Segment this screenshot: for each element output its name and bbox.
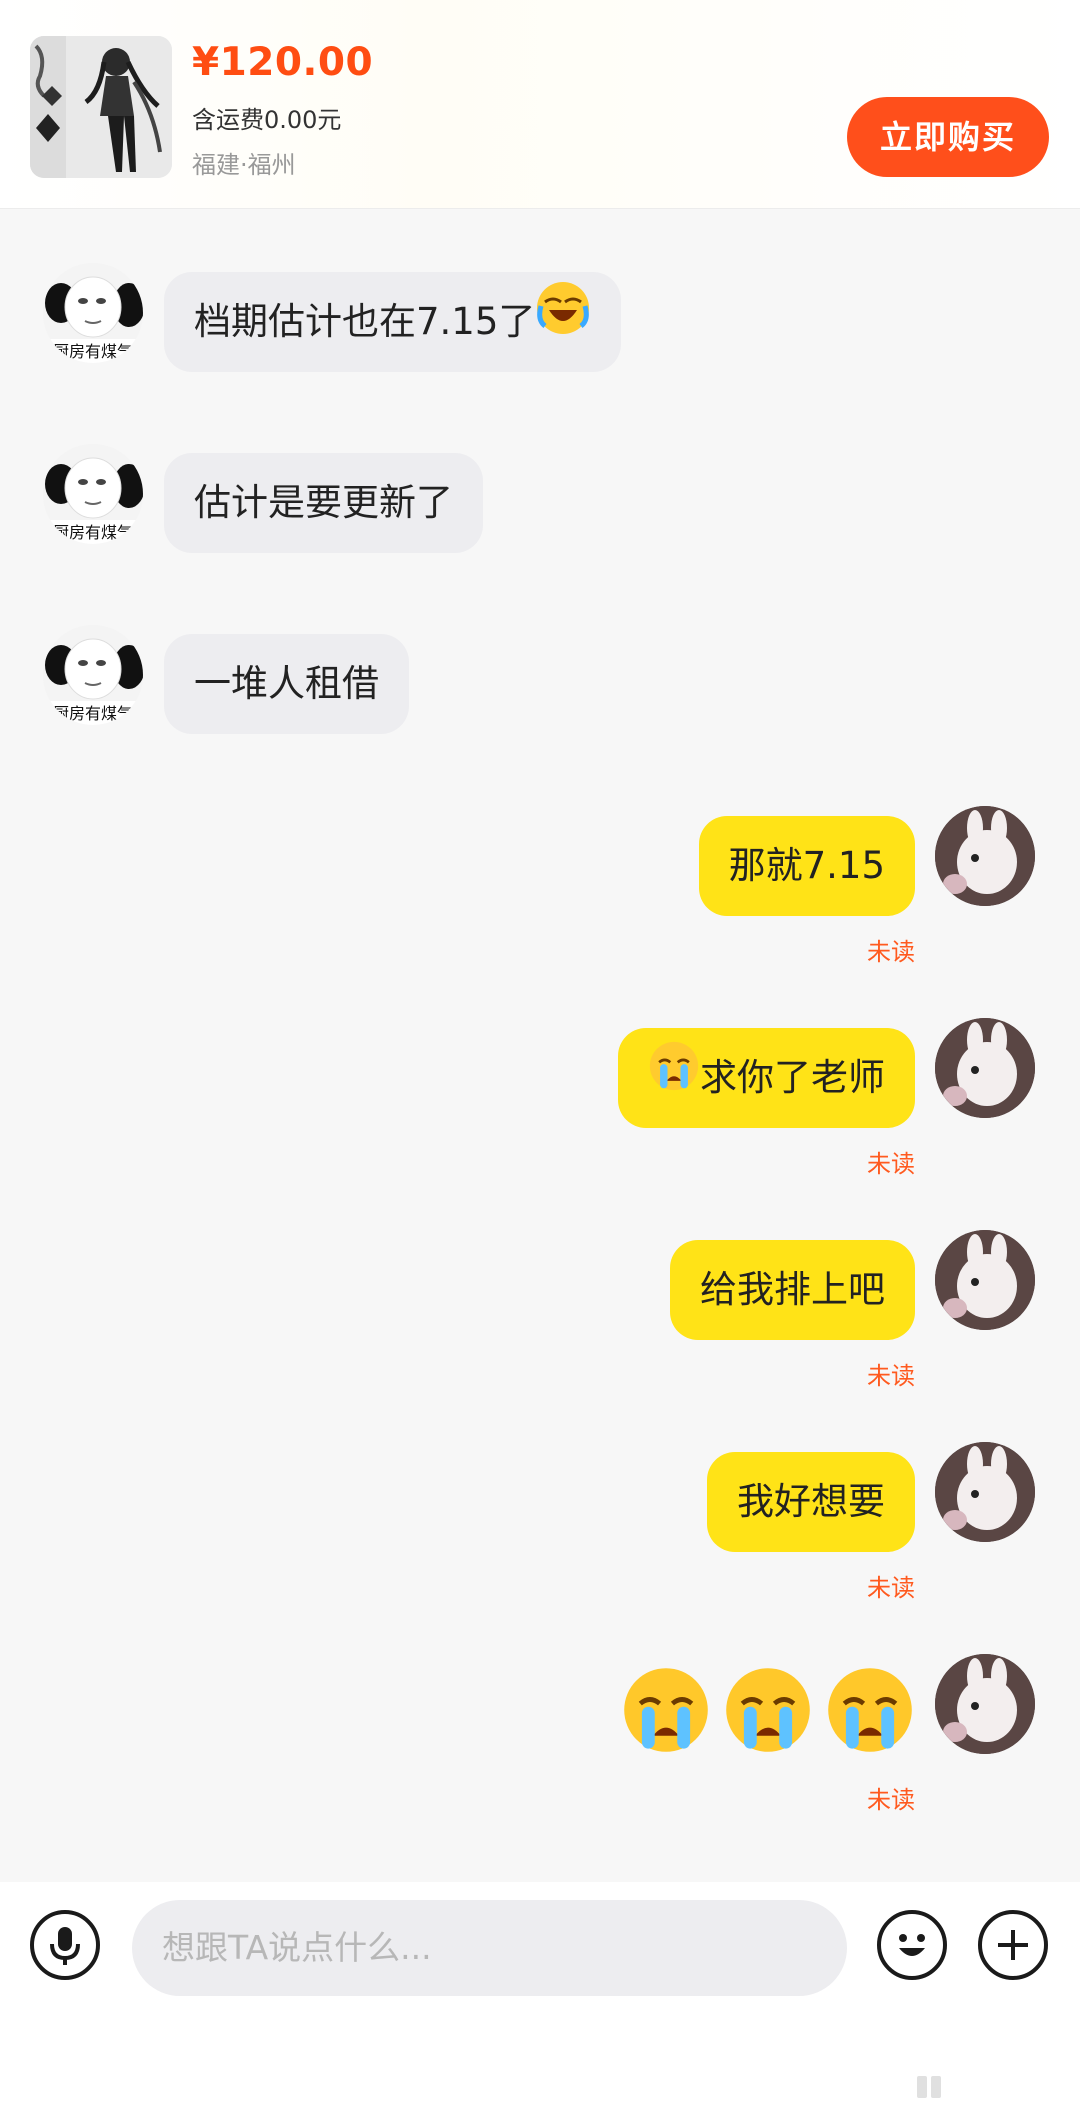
unread-status: 未读 (867, 1786, 915, 1814)
svg-text:厨房有煤气: 厨房有煤气 (53, 342, 133, 361)
crying-emoji-icon (648, 1030, 700, 1130)
product-thumbnail[interactable] (30, 36, 172, 178)
message-bubble[interactable]: 一堆人租借 (164, 634, 409, 734)
product-price: ¥120.00 (192, 40, 374, 85)
my-avatar[interactable] (935, 1230, 1035, 1330)
shipping-fee: 含运费0.00元 (192, 106, 342, 134)
message-input[interactable]: 想跟TA说点什么... (132, 1900, 847, 1996)
unread-status: 未读 (867, 1362, 915, 1390)
seller-location: 福建·福州 (192, 151, 296, 179)
seller-avatar[interactable]: 厨房有煤气 (43, 444, 143, 544)
message-bubble[interactable]: 我好想要 (707, 1452, 915, 1552)
seller-avatar[interactable]: 厨房有煤气 (43, 625, 143, 725)
svg-text:厨房有煤气: 厨房有煤气 (53, 523, 133, 542)
message-bubble[interactable]: 档期估计也在7.15了 (164, 272, 622, 374)
message-text: 档期估计也在7.15了 (194, 300, 536, 343)
smiley-icon[interactable] (877, 1910, 947, 1980)
unread-status: 未读 (867, 1574, 915, 1602)
message-text: 我好想要 (737, 1480, 885, 1523)
my-avatar[interactable] (935, 1442, 1035, 1542)
message-text: 求你了老师 (700, 1056, 885, 1099)
message-text: 给我排上吧 (700, 1268, 885, 1311)
microphone-icon[interactable] (30, 1910, 100, 1980)
emoji-only-message[interactable] (621, 1662, 915, 1762)
unread-status: 未读 (867, 1150, 915, 1178)
message-bubble[interactable]: 给我排上吧 (670, 1240, 915, 1340)
message-text: 估计是要更新了 (194, 481, 453, 524)
unread-status: 未读 (867, 938, 915, 966)
plus-icon[interactable] (978, 1910, 1048, 1980)
svg-text:厨房有煤气: 厨房有煤气 (53, 704, 133, 723)
my-avatar[interactable] (935, 1018, 1035, 1118)
my-avatar[interactable] (935, 1654, 1035, 1754)
message-text: 一堆人租借 (194, 662, 379, 705)
my-avatar[interactable] (935, 806, 1035, 906)
crying-emoji-icon (723, 1665, 813, 1759)
buy-now-button[interactable]: 立即购买 (847, 97, 1049, 177)
message-bubble[interactable]: 估计是要更新了 (164, 453, 483, 553)
message-text: 那就7.15 (728, 844, 885, 887)
message-bubble[interactable]: 那就7.15 (698, 816, 915, 916)
message-bubble[interactable]: 求你了老师 (618, 1028, 915, 1128)
watermark-icon (915, 2072, 955, 2102)
laughing-crying-emoji-icon (535, 274, 591, 374)
crying-emoji-icon (621, 1665, 711, 1759)
seller-avatar[interactable]: 厨房有煤气 (43, 263, 143, 363)
product-header: ¥120.00 含运费0.00元 福建·福州 立即购买 (0, 0, 1080, 209)
crying-emoji-icon (825, 1665, 915, 1759)
